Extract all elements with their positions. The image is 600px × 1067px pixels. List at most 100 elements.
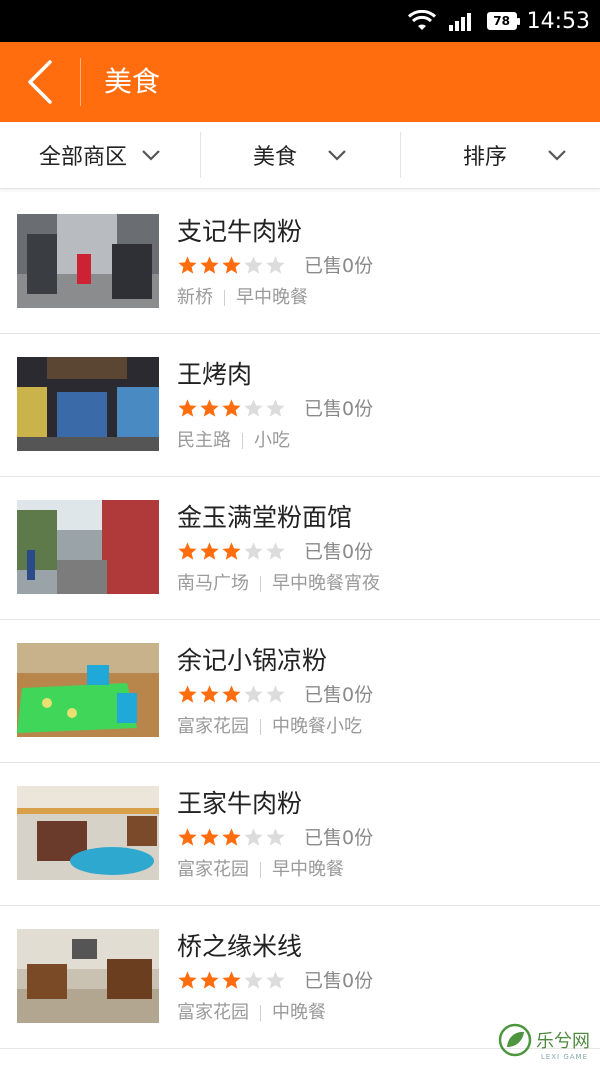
rating-stars bbox=[177, 970, 286, 991]
rating-stars bbox=[177, 541, 286, 562]
star-filled-icon bbox=[222, 399, 241, 417]
star-empty-icon bbox=[244, 828, 263, 846]
star-empty-icon bbox=[266, 828, 285, 846]
shop-photo bbox=[17, 357, 159, 451]
shop-list: 支记牛肉粉 已售0份 新桥 早中晚餐 王烤肉 已售0份 民主路 小吃 金玉满堂粉… bbox=[0, 191, 600, 1049]
star-filled-icon bbox=[222, 542, 241, 560]
shop-area: 民主路 bbox=[177, 430, 231, 451]
star-empty-icon bbox=[266, 256, 285, 274]
shop-photo bbox=[17, 929, 159, 1023]
sold-count: 已售0份 bbox=[304, 398, 374, 420]
filter-category[interactable]: 美食 bbox=[200, 122, 400, 188]
shop-category: 早中晚餐 bbox=[272, 859, 344, 880]
star-empty-icon bbox=[266, 971, 285, 989]
meta-divider bbox=[242, 433, 243, 449]
star-filled-icon bbox=[178, 971, 197, 989]
filter-bar: 全部商区 美食 排序 bbox=[0, 122, 600, 189]
shop-meta: 民主路 小吃 bbox=[177, 428, 290, 454]
star-filled-icon bbox=[200, 685, 219, 703]
shop-meta: 南马广场 早中晚餐宵夜 bbox=[177, 571, 380, 597]
shop-name: 桥之缘米线 bbox=[177, 932, 303, 961]
shop-photo bbox=[17, 214, 159, 308]
sold-count: 已售0份 bbox=[304, 684, 374, 706]
sold-count: 已售0份 bbox=[304, 255, 374, 277]
rating-stars bbox=[177, 684, 286, 705]
star-filled-icon bbox=[222, 685, 241, 703]
signal-icon bbox=[448, 13, 471, 31]
shop-photo bbox=[17, 643, 159, 737]
filter-area-label: 全部商区 bbox=[38, 145, 127, 170]
list-item[interactable]: 王家牛肉粉 已售0份 富家花园 早中晚餐 bbox=[0, 763, 600, 906]
shop-meta: 富家花园 中晚餐小吃 bbox=[177, 714, 362, 740]
star-empty-icon bbox=[244, 685, 263, 703]
shop-category: 小吃 bbox=[254, 430, 290, 451]
shop-category: 中晚餐小吃 bbox=[272, 716, 362, 737]
star-filled-icon bbox=[200, 256, 219, 274]
chevron-left-icon[interactable] bbox=[22, 56, 62, 108]
chevron-down-icon bbox=[142, 150, 160, 161]
filter-area[interactable]: 全部商区 bbox=[0, 122, 200, 188]
list-item[interactable]: 王烤肉 已售0份 民主路 小吃 bbox=[0, 334, 600, 477]
list-item[interactable]: 金玉满堂粉面馆 已售0份 南马广场 早中晚餐宵夜 bbox=[0, 477, 600, 620]
star-filled-icon bbox=[178, 685, 197, 703]
star-filled-icon bbox=[222, 256, 241, 274]
battery-icon: 78 bbox=[486, 12, 520, 30]
watermark-sub: LEXI GAME bbox=[540, 1053, 588, 1061]
shop-area: 南马广场 bbox=[177, 573, 249, 594]
star-empty-icon bbox=[244, 256, 263, 274]
shop-photo bbox=[17, 786, 159, 880]
sold-count: 已售0份 bbox=[304, 541, 374, 563]
watermark: 乐兮网 bbox=[498, 1023, 590, 1057]
list-item[interactable]: 余记小锅凉粉 已售0份 富家花园 中晚餐小吃 bbox=[0, 620, 600, 763]
battery-level: 78 bbox=[493, 14, 510, 28]
shop-name: 支记牛肉粉 bbox=[177, 217, 303, 246]
chevron-down-icon bbox=[548, 150, 566, 161]
shop-category: 早中晚餐 bbox=[236, 287, 308, 308]
leaf-logo-icon bbox=[498, 1023, 532, 1057]
star-empty-icon bbox=[266, 399, 285, 417]
star-filled-icon bbox=[222, 971, 241, 989]
shop-name: 王家牛肉粉 bbox=[177, 789, 303, 818]
shop-meta: 富家花园 早中晚餐 bbox=[177, 857, 344, 883]
star-filled-icon bbox=[200, 828, 219, 846]
filter-sort[interactable]: 排序 bbox=[400, 122, 600, 188]
shop-category: 中晚餐 bbox=[272, 1002, 326, 1023]
sold-count: 已售0份 bbox=[304, 827, 374, 849]
star-filled-icon bbox=[178, 542, 197, 560]
meta-divider bbox=[224, 290, 225, 306]
wifi-icon bbox=[407, 10, 436, 30]
meta-divider bbox=[260, 1005, 261, 1021]
rating-stars bbox=[177, 255, 286, 276]
chevron-down-icon bbox=[328, 150, 346, 161]
shop-photo bbox=[17, 500, 159, 594]
star-empty-icon bbox=[244, 542, 263, 560]
meta-divider bbox=[260, 576, 261, 592]
watermark-text: 乐兮网 bbox=[536, 1031, 590, 1052]
star-filled-icon bbox=[200, 971, 219, 989]
page-title: 美食 bbox=[104, 65, 161, 98]
shop-area: 富家花园 bbox=[177, 1002, 249, 1023]
list-item[interactable]: 支记牛肉粉 已售0份 新桥 早中晚餐 bbox=[0, 191, 600, 334]
shop-name: 王烤肉 bbox=[177, 360, 253, 389]
star-filled-icon bbox=[178, 399, 197, 417]
star-filled-icon bbox=[178, 828, 197, 846]
shop-name: 金玉满堂粉面馆 bbox=[177, 503, 353, 532]
shop-meta: 新桥 早中晚餐 bbox=[177, 285, 308, 311]
rating-stars bbox=[177, 827, 286, 848]
star-empty-icon bbox=[266, 542, 285, 560]
meta-divider bbox=[260, 862, 261, 878]
title-bar: 美食 bbox=[0, 42, 600, 122]
shop-name: 余记小锅凉粉 bbox=[177, 646, 328, 675]
shop-area: 新桥 bbox=[177, 287, 213, 308]
filter-category-label: 美食 bbox=[252, 145, 297, 170]
filter-sort-label: 排序 bbox=[462, 145, 507, 170]
star-empty-icon bbox=[244, 971, 263, 989]
star-empty-icon bbox=[244, 399, 263, 417]
star-filled-icon bbox=[200, 542, 219, 560]
star-filled-icon bbox=[200, 399, 219, 417]
star-empty-icon bbox=[266, 685, 285, 703]
sold-count: 已售0份 bbox=[304, 970, 374, 992]
star-filled-icon bbox=[178, 256, 197, 274]
shop-meta: 富家花园 中晚餐 bbox=[177, 1000, 326, 1026]
rating-stars bbox=[177, 398, 286, 419]
